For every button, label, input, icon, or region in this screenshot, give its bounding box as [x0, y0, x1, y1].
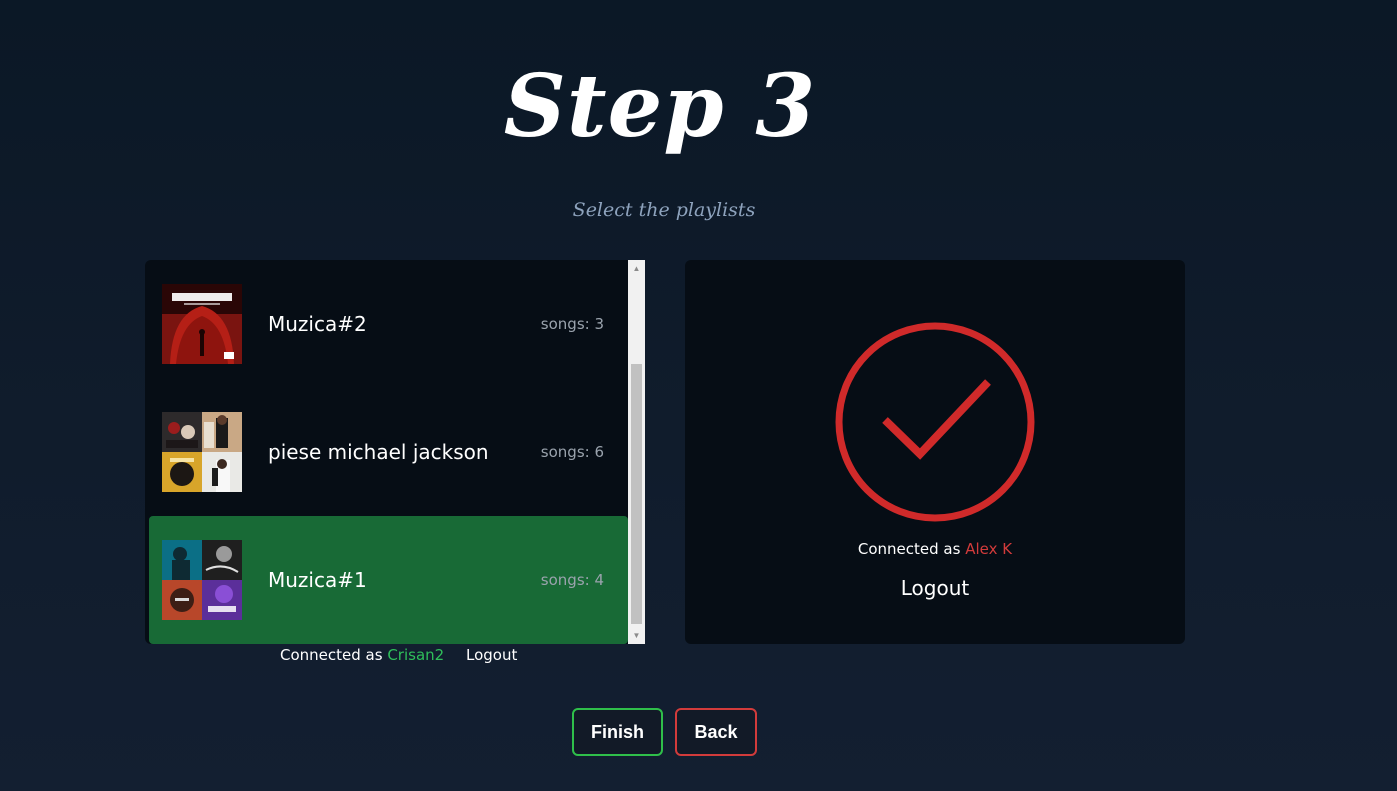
- playlist-list: Muzica#2 songs: 3 piese michael jackson …: [145, 260, 628, 644]
- account-panel: Connected as Alex K Logout: [685, 260, 1185, 644]
- album-thumb: [162, 540, 202, 580]
- connected-username: Crisan2: [387, 646, 445, 664]
- playlist-name: piese michael jackson: [268, 440, 489, 464]
- check-circle-icon: [835, 322, 1035, 522]
- playlist-cover: [162, 284, 242, 364]
- playlist-scrollbar[interactable]: ▲ ▼: [628, 260, 645, 644]
- finish-button[interactable]: Finish: [572, 708, 663, 756]
- playlist-panel: Muzica#2 songs: 3 piese michael jackson …: [145, 260, 645, 644]
- album-thumb: [162, 412, 202, 452]
- step-page: Step 3 Select the playlists Muzica#2 son…: [0, 0, 1397, 791]
- album-thumb: [202, 412, 242, 452]
- playlist-song-count: songs: 4: [540, 571, 604, 589]
- playlist-song-count: songs: 6: [540, 443, 604, 461]
- playlist-item[interactable]: Muzica#2 songs: 3: [149, 260, 628, 388]
- album-thumb: [202, 452, 242, 492]
- back-button[interactable]: Back: [675, 708, 757, 756]
- playlist-name: Muzica#2: [268, 312, 367, 336]
- right-account-status: Connected as Alex K: [685, 540, 1185, 558]
- playlist-cover: [162, 412, 242, 492]
- playlist-item[interactable]: piese michael jackson songs: 6: [149, 388, 628, 516]
- eminem-album-cover-icon: [162, 284, 242, 364]
- album-thumb: [162, 580, 202, 620]
- playlist-item-selected[interactable]: Muzica#1 songs: 4: [149, 516, 628, 644]
- playlist-name: Muzica#1: [268, 568, 367, 592]
- scroll-up-arrow-icon[interactable]: ▲: [628, 260, 645, 277]
- scrollbar-thumb[interactable]: [631, 364, 642, 624]
- right-logout-link[interactable]: Logout: [685, 576, 1185, 600]
- scroll-down-arrow-icon[interactable]: ▼: [628, 627, 645, 644]
- connected-as-label: Connected as: [857, 540, 961, 558]
- playlist-cover: [162, 540, 242, 620]
- step-title: Step 3: [503, 56, 817, 157]
- left-account-status: Connected as Crisan2 Logout: [280, 646, 517, 664]
- step-subtitle: Select the playlists: [572, 199, 756, 221]
- album-thumb: [202, 580, 242, 620]
- album-thumb: [202, 540, 242, 580]
- connected-username: Alex K: [965, 540, 1013, 558]
- playlist-song-count: songs: 3: [540, 315, 604, 333]
- connected-as-label: Connected as: [280, 646, 383, 664]
- album-thumb: [162, 452, 202, 492]
- left-logout-link[interactable]: Logout: [466, 646, 517, 664]
